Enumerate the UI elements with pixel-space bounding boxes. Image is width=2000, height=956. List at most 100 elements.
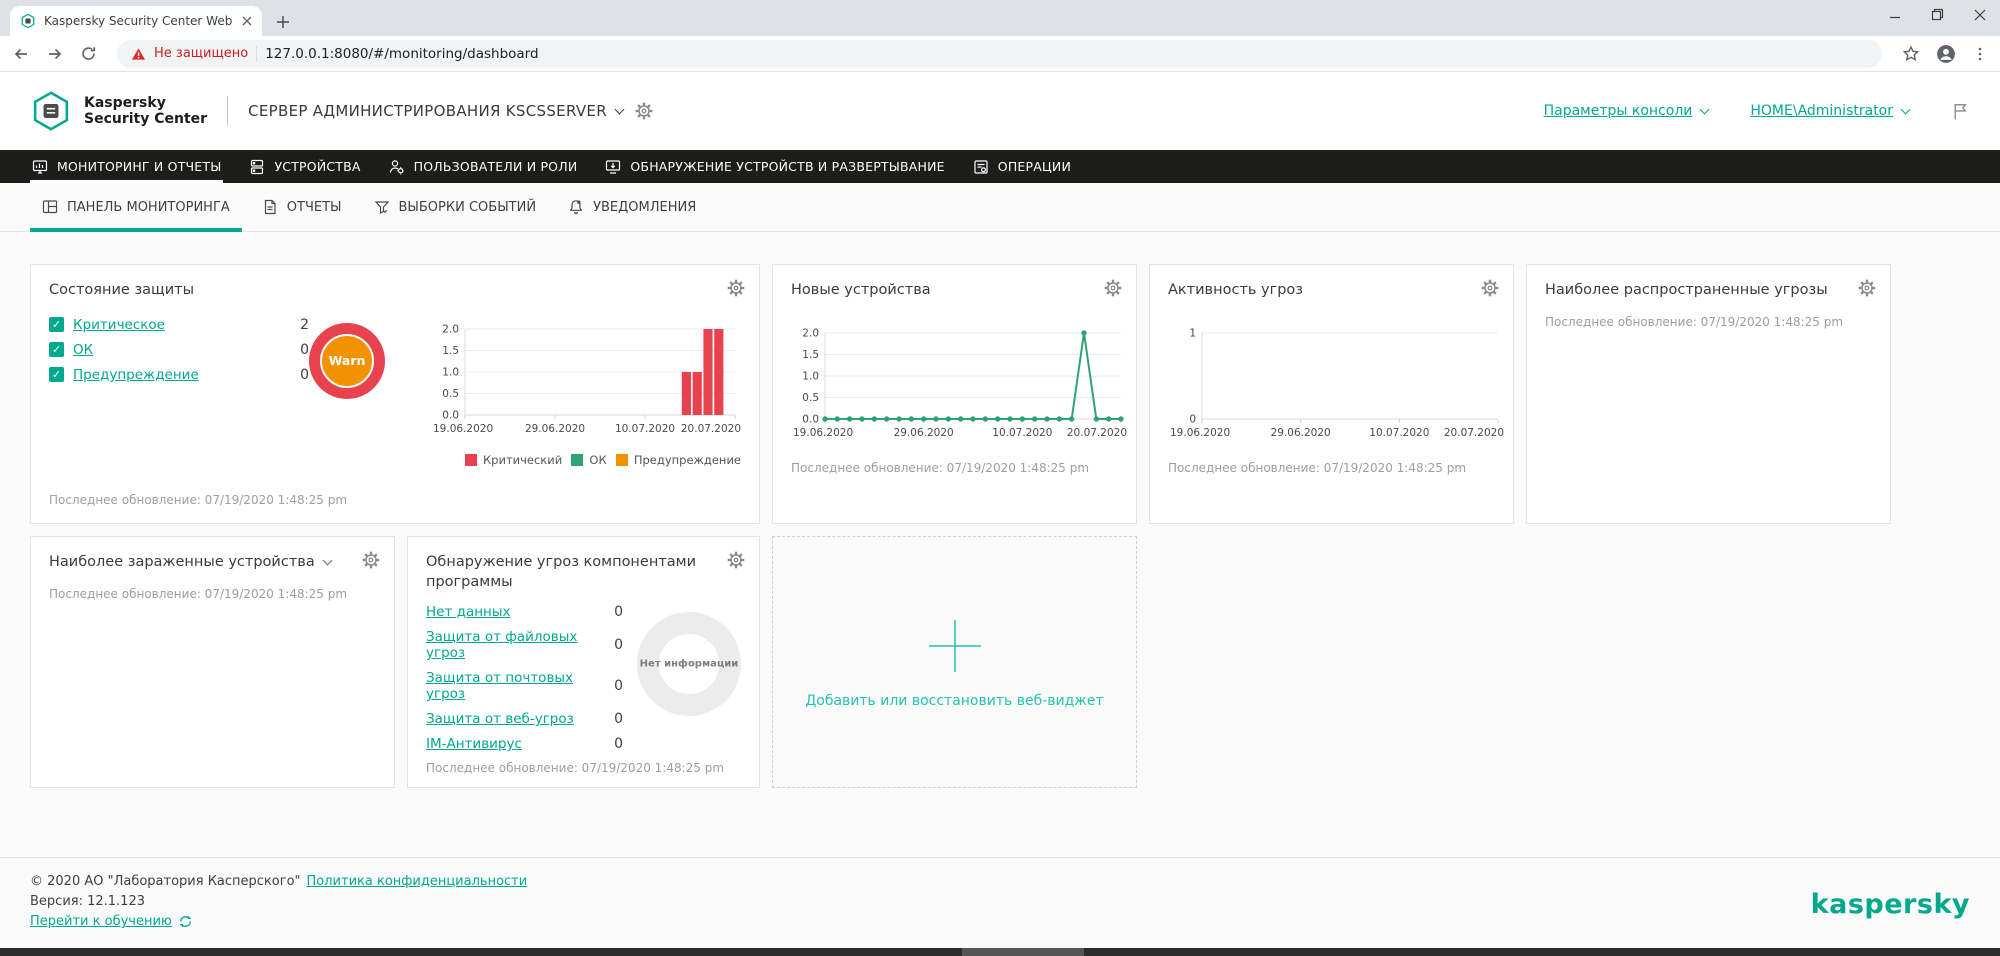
forward-icon[interactable] [46, 45, 64, 63]
svg-text:20.07.2020: 20.07.2020 [1444, 427, 1504, 439]
legend-item-ok: ОК [571, 453, 607, 467]
component-link[interactable]: Нет данных [426, 604, 511, 620]
component-value: 0 [614, 711, 623, 728]
refresh-icon[interactable] [80, 45, 97, 62]
status-row-ok: ✓ ОК 0 [49, 342, 309, 358]
widget-new-devices: Новые устройства 0.0 0.5 1.0 1.5 2.0 19.06.20… [772, 264, 1137, 524]
svg-text:29.06.2020: 29.06.2020 [894, 427, 954, 439]
browser-tab-strip: Kaspersky Security Center Web C [0, 0, 2000, 36]
kaspersky-wordmark: kaspersky [1810, 888, 1970, 920]
discovery-icon [605, 159, 621, 175]
protection-chart: 0.0 0.5 1.0 1.5 2.0 19.06.2020 29.06.2020 10.07… [431, 317, 741, 493]
browser-menu-kebab-icon[interactable] [1972, 46, 1988, 62]
profile-avatar-icon[interactable] [1936, 44, 1956, 64]
language-flag-icon[interactable] [1951, 102, 1970, 121]
chevron-down-icon [1699, 104, 1710, 114]
bookmark-star-icon[interactable] [1902, 44, 1920, 63]
svg-text:10.07.2020: 10.07.2020 [615, 423, 675, 435]
status-row-critical: ✓ Критическое 2 [49, 317, 309, 333]
back-icon[interactable] [12, 45, 30, 63]
status-link-critical[interactable]: Критическое [73, 317, 165, 333]
url-text[interactable]: 127.0.0.1:8080/#/monitoring/dashboard [265, 46, 538, 62]
add-widget-button[interactable]: Добавить или восстановить веб-виджет [772, 536, 1137, 788]
tab-notifications[interactable]: УВЕДОМЛЕНИЯ [556, 183, 708, 231]
status-value: 0 [300, 341, 309, 358]
svg-text:29.06.2020: 29.06.2020 [1271, 427, 1331, 439]
component-link[interactable]: Защита от веб-угроз [426, 711, 574, 727]
console-settings-link[interactable]: Параметры консоли [1544, 103, 1710, 119]
widget-settings-gear-icon[interactable] [1481, 279, 1499, 297]
widget-settings-gear-icon[interactable] [362, 551, 380, 569]
footer: © 2020 АО "Лаборатория Касперского" Поли… [0, 857, 2000, 934]
component-list: Нет данных 0 Защита от файловых угроз 0 За… [426, 604, 637, 761]
administration-server-selector[interactable]: СЕРВЕР АДМИНИСТРИРОВАНИЯ KSCSSERVER [248, 102, 625, 120]
widget-settings-gear-icon[interactable] [1104, 279, 1122, 297]
component-link[interactable]: Защита от почтовых угроз [426, 670, 614, 702]
status-row-warning: ✓ Предупреждение 0 [49, 367, 309, 383]
svg-text:1.5: 1.5 [442, 345, 459, 357]
widget-settings-gear-icon[interactable] [727, 551, 745, 569]
section-tabs: ПАНЕЛЬ МОНИТОРИНГА ОТЧЕТЫ ВЫБОРКИ СОБЫТИ… [0, 183, 2000, 232]
nav-item-operations[interactable]: ОПЕРАЦИИ [959, 150, 1085, 183]
window-restore-icon[interactable] [1931, 8, 1944, 21]
svg-text:19.06.2020: 19.06.2020 [1170, 427, 1230, 439]
kaspersky-favicon-icon [20, 13, 36, 29]
window-minimize-icon[interactable] [1889, 9, 1901, 21]
tab-title: Kaspersky Security Center Web C [44, 14, 234, 28]
widget-threat-activity: Активность угроз 0 1 19.06.2020 29.06.2020 1… [1149, 264, 1514, 524]
add-widget-label: Добавить или восстановить веб-виджет [805, 693, 1104, 709]
svg-text:2.0: 2.0 [802, 327, 819, 339]
status-checkbox[interactable]: ✓ [49, 367, 64, 383]
bell-icon [568, 199, 584, 215]
component-value: 0 [614, 736, 623, 753]
browser-tab[interactable]: Kaspersky Security Center Web C [10, 6, 262, 36]
sync-icon[interactable] [178, 914, 193, 929]
gauge-label: Warn [328, 353, 366, 369]
svg-text:20.07.2020: 20.07.2020 [1067, 427, 1127, 439]
component-row: Нет данных 0 [426, 604, 637, 620]
svg-text:1: 1 [1189, 327, 1196, 339]
status-link-ok[interactable]: ОК [73, 342, 93, 358]
widget-settings-gear-icon[interactable] [1858, 279, 1876, 297]
protection-status-bar-chart: 0.0 0.5 1.0 1.5 2.0 19.06.2020 29.06.2020 10.07… [433, 323, 741, 435]
dashboard-icon [42, 199, 58, 215]
no-data-donut: Нет информации [637, 612, 741, 717]
status-link-warning[interactable]: Предупреждение [73, 367, 199, 383]
status-checkbox[interactable]: ✓ [49, 342, 64, 358]
component-row: Защита от почтовых угроз 0 [426, 670, 637, 702]
not-secure-warning-icon[interactable] [131, 47, 146, 61]
address-bar[interactable]: Не защищено 127.0.0.1:8080/#/monitoring/… [117, 39, 1882, 68]
protection-status-list: ✓ Критическое 2 ✓ ОК 0 ✓ Предупреждение [49, 317, 309, 493]
component-link[interactable]: IM-Антивирус [426, 736, 522, 752]
tab-close-icon[interactable] [242, 16, 252, 26]
widget-title: Обнаружение угроз компонентами программы [426, 554, 697, 590]
security-status-label[interactable]: Не защищено [154, 46, 248, 61]
new-devices-line-chart: 0.0 0.5 1.0 1.5 2.0 19.06.2020 29.06.2020 10.07… [793, 327, 1127, 439]
widget-title: Наиболее распространенные угрозы [1545, 282, 1828, 298]
widget-settings-gear-icon[interactable] [727, 279, 745, 297]
tab-monitoring-dashboard[interactable]: ПАНЕЛЬ МОНИТОРИНГА [30, 183, 242, 232]
tab-reports[interactable]: ОТЧЕТЫ [250, 183, 354, 231]
chevron-down-icon [1900, 104, 1911, 114]
component-value: 0 [614, 678, 623, 695]
nav-item-monitoring-reports[interactable]: МОНИТОРИНГ И ОТЧЕТЫ [18, 150, 235, 183]
privacy-policy-link[interactable]: Политика конфиденциальности [307, 874, 528, 889]
nav-item-devices[interactable]: УСТРОЙСТВА [235, 150, 374, 183]
component-row: Защита от веб-угроз 0 [426, 711, 637, 727]
training-link[interactable]: Перейти к обучению [30, 914, 172, 929]
omnibox-divider [256, 45, 258, 62]
svg-text:19.06.2020: 19.06.2020 [793, 427, 853, 439]
chevron-down-icon[interactable] [322, 555, 333, 566]
new-tab-button[interactable] [276, 15, 290, 29]
status-value: 0 [300, 366, 309, 383]
nav-item-users-roles[interactable]: ПОЛЬЗОВАТЕЛИ И РОЛИ [375, 150, 592, 183]
window-close-icon[interactable] [1974, 9, 1986, 21]
server-settings-gear-icon[interactable] [635, 102, 653, 120]
bottom-strip [0, 948, 2000, 956]
status-checkbox[interactable]: ✓ [49, 317, 64, 333]
component-link[interactable]: Защита от файловых угроз [426, 629, 614, 661]
tab-event-selections[interactable]: ВЫБОРКИ СОБЫТИЙ [362, 183, 549, 231]
legend-item-warning: Предупреждение [615, 453, 741, 467]
nav-item-discovery-deployment[interactable]: ОБНАРУЖЕНИЕ УСТРОЙСТВ И РАЗВЕРТЫВАНИЕ [591, 150, 958, 183]
user-menu-link[interactable]: HOME\Administrator [1750, 103, 1911, 119]
